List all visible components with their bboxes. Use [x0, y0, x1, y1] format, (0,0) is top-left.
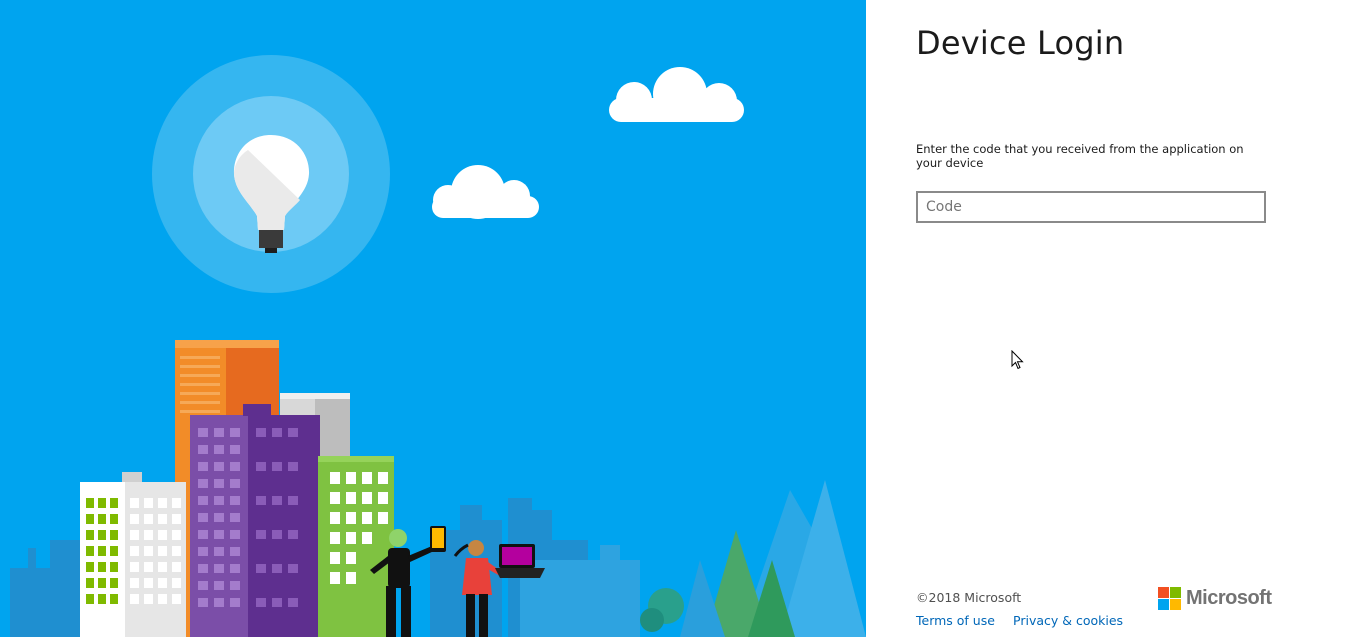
- microsoft-logo-text: Microsoft: [1186, 586, 1272, 609]
- code-input[interactable]: [916, 191, 1266, 223]
- copyright-text: ©2018 Microsoft: [916, 590, 1022, 605]
- microsoft-logo-icon: [1158, 586, 1181, 610]
- cloud-icon: [432, 165, 539, 219]
- lightbulb-icon: [152, 55, 390, 293]
- instructions-text: Enter the code that you received from th…: [916, 142, 1244, 170]
- terms-of-use-link[interactable]: Terms of use: [916, 613, 995, 628]
- login-panel: Device Login Enter the code that you rec…: [866, 0, 1366, 637]
- cursor-icon: [1011, 350, 1024, 370]
- city-skyline-illustration: [10, 55, 866, 637]
- footer-links: Terms of use Privacy & cookies: [916, 610, 1136, 629]
- page-title: Device Login: [916, 24, 1125, 62]
- hero-illustration: [0, 0, 866, 637]
- cloud-icon: [609, 67, 744, 122]
- privacy-cookies-link[interactable]: Privacy & cookies: [1013, 613, 1123, 628]
- microsoft-logo: Microsoft: [1158, 586, 1272, 610]
